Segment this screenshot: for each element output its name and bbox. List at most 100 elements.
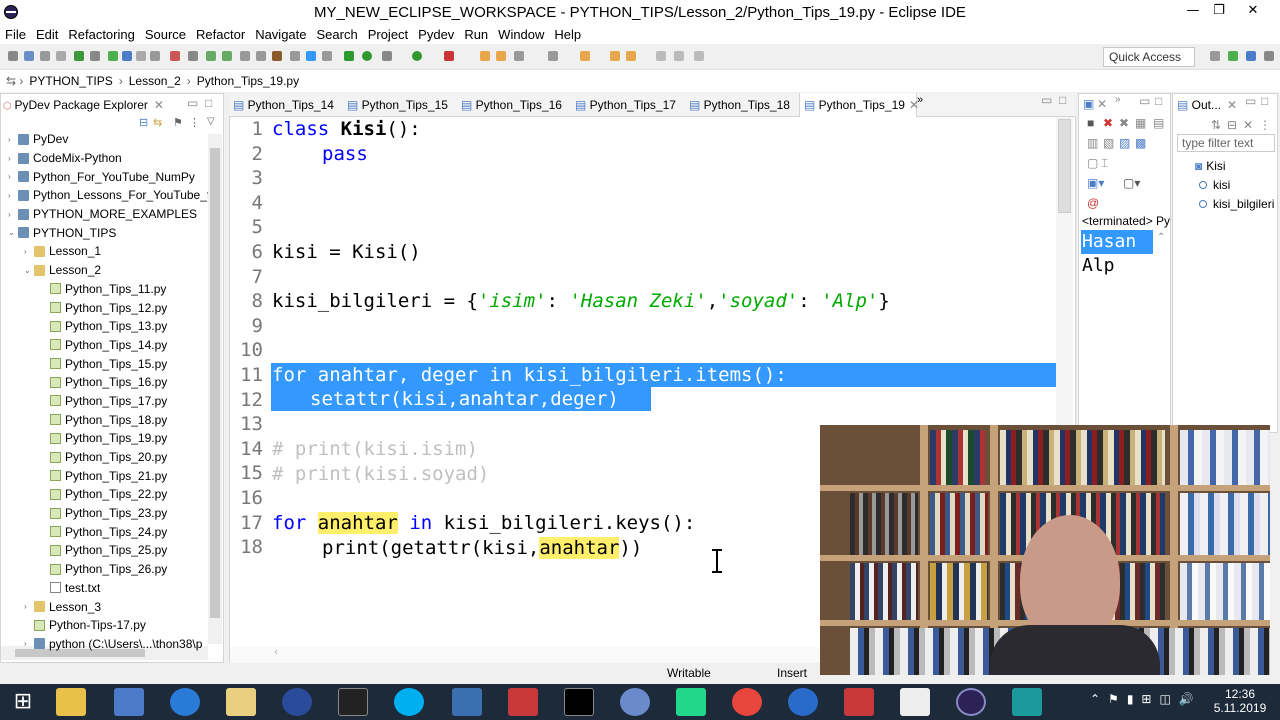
breadcrumb-project[interactable]: PYTHON_TIPS — [29, 74, 112, 88]
tool11-icon[interactable] — [362, 51, 372, 61]
tool3-icon[interactable] — [222, 51, 232, 61]
layout4-icon[interactable] — [150, 51, 160, 61]
collapse-icon[interactable]: ⊟ — [1227, 118, 1237, 132]
tree-item[interactable]: › Python_Lessons_For_YouTube_fre — [0, 186, 208, 205]
tool10-icon[interactable] — [344, 51, 354, 61]
open-console-icon[interactable]: ⌶ — [1101, 156, 1108, 171]
tab-python-tips-16[interactable]: ▤ Python_Tips_16 — [461, 98, 562, 112]
tab-python-tips-19[interactable]: ▤ Python_Tips_19 ✕ — [799, 93, 919, 117]
quick-access-input[interactable]: Quick Access — [1103, 47, 1195, 67]
perspective-debug-icon[interactable] — [1264, 51, 1274, 61]
package-explorer-tab[interactable]: ⬡ PyDev Package Explorer ✕ — [3, 98, 164, 112]
menu-project[interactable]: Project — [363, 27, 413, 42]
close-icon[interactable]: ✕ — [1227, 98, 1237, 112]
save-icon[interactable] — [24, 51, 34, 61]
windows-start-icon[interactable]: ⊞ — [8, 688, 38, 716]
tab-python-tips-15[interactable]: ▤ Python_Tips_15 — [347, 98, 448, 112]
tab-overflow-button[interactable]: » — [917, 94, 923, 106]
file-explorer-icon[interactable] — [56, 688, 86, 716]
tree-item[interactable]: Python_Tips_18.py — [0, 410, 208, 429]
expand-arrow-icon[interactable]: › — [24, 247, 34, 256]
display-console-icon[interactable]: ▢ — [1087, 156, 1098, 170]
print-icon[interactable] — [56, 51, 66, 61]
tree-item[interactable]: Python_Tips_17.py — [0, 392, 208, 411]
layout3-icon[interactable] — [136, 51, 146, 61]
app3-icon[interactable] — [508, 688, 538, 716]
back2-icon[interactable] — [626, 51, 636, 61]
tree-item[interactable]: Python_Tips_24.py — [0, 522, 208, 541]
tree-item[interactable]: Python_Tips_16.py — [0, 373, 208, 392]
menu-refactoring[interactable]: Refactoring — [63, 27, 139, 42]
expand-arrow-icon[interactable]: › — [24, 639, 34, 648]
close-all-icon[interactable]: ✕ — [1243, 118, 1253, 132]
new-console-icon[interactable]: ▣▾ — [1087, 176, 1104, 190]
expand-arrow-icon[interactable]: › — [8, 172, 18, 181]
tool12-icon[interactable] — [514, 51, 524, 61]
show-stderr-icon[interactable]: ▨ — [1119, 136, 1130, 150]
scroll-up-icon[interactable]: ⌃ — [1157, 232, 1165, 243]
coverage-icon[interactable] — [444, 51, 454, 61]
menu-run[interactable]: Run — [459, 27, 493, 42]
save-all-icon[interactable] — [40, 51, 50, 61]
tree-item[interactable]: Python_Tips_21.py — [0, 466, 208, 485]
link-editor-icon[interactable]: ⇆ — [153, 116, 162, 129]
expand-arrow-icon[interactable]: › — [24, 602, 34, 611]
maximize-editor-icon[interactable]: □ — [1059, 93, 1066, 107]
skype-icon[interactable] — [394, 688, 424, 716]
tree-item[interactable]: Python_Tips_19.py — [0, 429, 208, 448]
stop-icon[interactable]: ■ — [1087, 116, 1094, 130]
tree-item[interactable]: › Lesson_1 — [0, 242, 208, 261]
app5-icon[interactable] — [844, 688, 874, 716]
menu-pydev[interactable]: Pydev — [413, 27, 459, 42]
tree-item[interactable]: › Lesson_3 — [0, 597, 208, 616]
pin-console-icon[interactable]: ▩ — [1135, 136, 1146, 150]
debug-icon[interactable] — [382, 51, 392, 61]
app2-icon[interactable] — [282, 688, 312, 716]
tree-item[interactable]: test.txt — [0, 579, 208, 598]
menu-search[interactable]: Search — [312, 27, 363, 42]
overflow-icon[interactable]: » — [1115, 94, 1121, 105]
clock[interactable]: 12:36 5.11.2019 — [1212, 687, 1268, 715]
scroll-lock-icon[interactable]: ▤ — [1153, 116, 1164, 130]
breadcrumb-folder[interactable]: Lesson_2 — [129, 74, 181, 88]
tree-item[interactable]: Python_Tips_23.py — [0, 504, 208, 523]
tool8-icon[interactable] — [306, 51, 316, 61]
tree-item[interactable]: › PyDev — [0, 130, 208, 149]
word-wrap-icon[interactable]: ▥ — [1087, 136, 1098, 150]
expand-arrow-icon[interactable]: › — [8, 154, 18, 163]
console-menu-icon[interactable]: ▢▾ — [1123, 176, 1140, 190]
tree-item[interactable]: Python_Tips_11.py — [0, 280, 208, 299]
expand-arrow-icon[interactable]: › — [8, 191, 18, 200]
perspective-pydev-icon[interactable] — [1228, 51, 1238, 61]
menu-file[interactable]: File — [0, 27, 31, 42]
maximize-view-icon[interactable]: □ — [205, 96, 212, 110]
explorer-vscrollbar[interactable] — [208, 134, 222, 644]
menu-help[interactable]: Help — [549, 27, 586, 42]
remove-launch-icon[interactable]: ✖ — [1103, 116, 1113, 130]
menu-edit[interactable]: Edit — [31, 27, 63, 42]
forward-icon[interactable] — [656, 51, 666, 61]
tree-item[interactable]: › Python_For_YouTube_NumPy — [0, 167, 208, 186]
tree-item[interactable]: Python-Tips-17.py — [0, 616, 208, 635]
tool4-icon[interactable] — [240, 51, 250, 61]
notes-icon[interactable] — [226, 688, 256, 716]
chrome-icon[interactable] — [732, 688, 762, 716]
forward3-icon[interactable] — [694, 51, 704, 61]
tree-item[interactable]: › CodeMix-Python — [0, 149, 208, 168]
scroll-left-icon[interactable]: ‹ — [274, 647, 278, 658]
minimize-view-icon[interactable]: ▭ — [1245, 94, 1256, 108]
layout2-icon[interactable] — [122, 51, 132, 61]
pydev-console-icon[interactable]: @ — [1087, 196, 1099, 210]
intellij-icon[interactable] — [564, 688, 594, 716]
tool7-icon[interactable] — [290, 51, 300, 61]
outline-item-variable[interactable]: kisi_bilgileri — [1195, 194, 1274, 213]
menu-source[interactable]: Source — [140, 27, 191, 42]
clear-console-icon[interactable]: ▦ — [1135, 116, 1146, 130]
tool2-icon[interactable] — [206, 51, 216, 61]
maximize-view-icon[interactable]: □ — [1155, 94, 1162, 108]
pycharm-icon[interactable] — [676, 688, 706, 716]
r-icon[interactable] — [620, 688, 650, 716]
menu-refactor[interactable]: Refactor — [191, 27, 250, 42]
tool-icon[interactable] — [90, 51, 100, 61]
forward2-icon[interactable] — [674, 51, 684, 61]
